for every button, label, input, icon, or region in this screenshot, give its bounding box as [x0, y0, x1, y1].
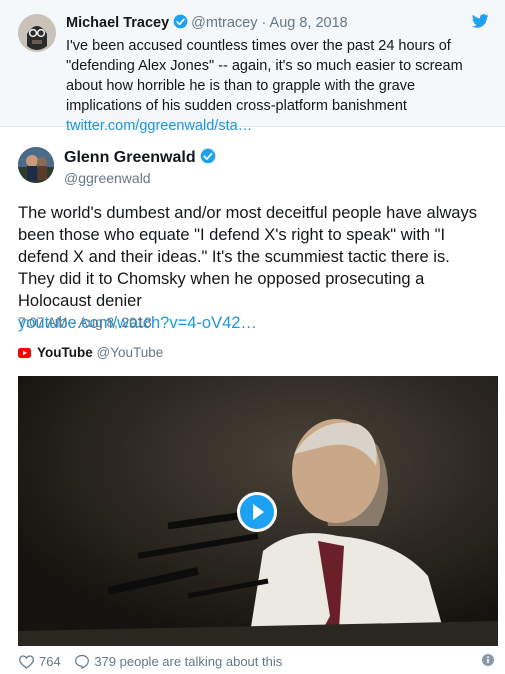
quoted-tweet-link[interactable]: twitter.com/ggreenwald/sta…	[66, 118, 252, 134]
card-source-name[interactable]: YouTube	[37, 345, 93, 360]
quoted-text-body: I've been accused countless times over t…	[66, 38, 463, 114]
tweet-actions: 764 379 people are talking about this	[18, 654, 498, 672]
quoted-handle-date[interactable]: @mtracey · Aug 8, 2018	[191, 15, 348, 31]
quoted-tweet-text: I've been accused countless times over t…	[66, 36, 491, 136]
youtube-logo-icon	[18, 346, 31, 361]
play-button[interactable]	[237, 492, 277, 532]
author-handle[interactable]: @ggreenwald	[64, 170, 151, 186]
quoted-author-name[interactable]: Michael Tracey	[66, 15, 169, 31]
card-source[interactable]: YouTube @YouTube	[18, 345, 163, 361]
conversation-button[interactable]: 379 people are talking about this	[74, 654, 282, 669]
avatar[interactable]	[18, 14, 56, 52]
avatar[interactable]	[18, 147, 54, 183]
conversation-count: 379 people are talking about this	[94, 654, 283, 669]
quoted-tweet[interactable]: Michael Tracey @mtracey · Aug 8, 2018 I'v…	[0, 0, 505, 134]
like-count: 764	[39, 654, 61, 669]
info-icon[interactable]	[482, 654, 498, 669]
card-source-handle[interactable]: @YouTube	[97, 345, 164, 360]
video-thumbnail[interactable]	[18, 376, 498, 646]
speech-bubble-icon	[75, 654, 90, 669]
like-button[interactable]: 764	[18, 654, 61, 669]
verified-icon	[173, 14, 188, 35]
play-icon	[253, 504, 264, 520]
tweet-timestamp[interactable]: 7:07 AM - Aug 8, 2018	[18, 315, 152, 330]
tweet-text-body: The world's dumbest and/or most deceitfu…	[18, 204, 477, 310]
author-name-text[interactable]: Glenn Greenwald	[64, 149, 196, 166]
heart-icon	[19, 655, 34, 669]
author-name[interactable]: Glenn Greenwald	[64, 148, 219, 169]
verified-icon	[200, 148, 216, 169]
twitter-bird-icon[interactable]	[471, 14, 489, 33]
